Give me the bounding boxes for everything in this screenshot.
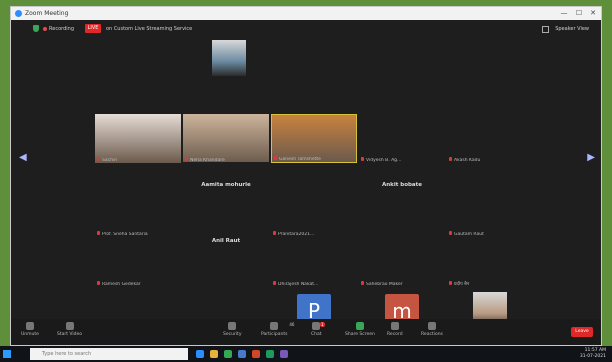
security-button[interactable]: Security xyxy=(223,322,241,337)
excel-icon[interactable] xyxy=(266,350,274,358)
participant-name: Sahebrao Maker xyxy=(366,282,403,287)
shield-icon xyxy=(228,322,237,330)
participant-tile[interactable]: Prof. Sneha Santaria xyxy=(95,188,181,237)
powerpoint-icon[interactable] xyxy=(252,350,260,358)
participants-count: 46 xyxy=(289,322,295,327)
next-page-arrow-icon[interactable]: ▶ xyxy=(587,152,595,163)
chat-badge: 1 xyxy=(319,322,325,327)
muted-mic-icon xyxy=(273,281,276,285)
speaker-view-button[interactable]: Speaker View xyxy=(555,26,589,32)
muted-mic-icon xyxy=(361,157,364,161)
muted-mic-icon xyxy=(273,231,276,235)
participants-button[interactable]: Participants 46 xyxy=(261,322,294,337)
title-bar: Zoom Meeting — ☐ ✕ xyxy=(11,7,601,20)
record-button[interactable]: Record xyxy=(387,322,403,337)
recording-icon xyxy=(43,27,47,31)
security-shield-icon[interactable] xyxy=(33,25,39,32)
participant-video xyxy=(272,115,356,162)
recording-label[interactable]: Recording xyxy=(49,26,74,32)
taskbar-clock: 11:57 AM 31-07-2021 xyxy=(580,348,606,360)
clock-date: 31-07-2021 xyxy=(579,354,606,359)
profile-photo xyxy=(212,40,246,76)
participant-tile[interactable]: Ankit bobate xyxy=(359,162,445,211)
muted-mic-icon xyxy=(97,157,100,161)
participant-tile[interactable]: Anil Raut xyxy=(183,218,269,267)
live-service-label: on Custom Live Streaming Service xyxy=(106,26,193,32)
participant-name-centered: Ankit bobate xyxy=(382,182,422,188)
participant-name: Gautam Raut xyxy=(454,232,484,237)
maximize-button[interactable]: ☐ xyxy=(572,7,586,20)
file-explorer-icon[interactable] xyxy=(210,350,218,358)
leave-button[interactable]: Leave xyxy=(571,327,593,337)
muted-mic-icon xyxy=(361,281,364,285)
participant-tile[interactable]: Vidyesh B. Ag... xyxy=(359,114,445,163)
participant-name: Dhirajesh Nakat... xyxy=(278,282,319,287)
share-screen-button[interactable]: Share Screen xyxy=(345,322,375,337)
muted-mic-icon xyxy=(449,281,452,285)
reactions-icon xyxy=(427,322,436,330)
participant-tile[interactable]: Akash Kadu xyxy=(447,114,533,163)
meeting-toolbar: Unmute Start Video Security Participants… xyxy=(11,319,601,345)
video-camera-icon xyxy=(65,322,74,330)
live-badge[interactable]: LIVE xyxy=(85,24,101,33)
participant-name: Pranitara2021... xyxy=(278,232,315,237)
participant-tile[interactable]: प्रदीप बैन xyxy=(447,238,533,287)
muted-mic-icon xyxy=(97,231,100,235)
participant-name: Akash Kadu xyxy=(454,158,481,163)
participant-tile[interactable]: Neha Khandare xyxy=(183,114,269,163)
close-button[interactable]: ✕ xyxy=(586,7,600,20)
share-screen-icon xyxy=(355,322,364,330)
muted-mic-icon xyxy=(449,157,452,161)
participant-tile[interactable]: Aamita mohurle xyxy=(183,162,269,211)
participant-tile[interactable]: Pranitara2021... xyxy=(271,188,357,237)
participant-name-centered: Anil Raut xyxy=(211,238,241,244)
prev-page-arrow-icon[interactable]: ◀ xyxy=(19,152,27,163)
chat-button[interactable]: Chat 1 xyxy=(311,322,325,337)
zoom-taskbar-icon[interactable] xyxy=(196,350,204,358)
participants-icon xyxy=(270,322,279,330)
minimize-button[interactable]: — xyxy=(557,7,571,20)
taskbar-search-input[interactable]: Type here to search xyxy=(30,348,188,360)
start-video-button[interactable]: Start Video xyxy=(57,322,82,337)
muted-mic-icon xyxy=(274,156,277,160)
windows-taskbar: Type here to search 11:57 AM 31-07-2021 xyxy=(0,346,612,362)
participant-tile[interactable]: Gautam Raut xyxy=(447,188,533,237)
meeting-top-bar: Recording LIVE on Custom Live Streaming … xyxy=(11,20,601,38)
chrome-icon[interactable] xyxy=(224,350,232,358)
gallery-grid-icon xyxy=(542,26,549,33)
window-title: Zoom Meeting xyxy=(25,10,69,17)
participant-video xyxy=(95,114,181,163)
participant-name: Ganesh Tamshette xyxy=(279,157,321,162)
participant-name: Sachin xyxy=(102,158,118,163)
participant-name: Ramesh Gedekar xyxy=(102,282,141,287)
participant-tile[interactable]: Dhirajesh Nakat... xyxy=(271,238,357,287)
muted-mic-icon xyxy=(97,281,100,285)
participant-tile[interactable]: Sachin xyxy=(95,114,181,163)
muted-mic-icon xyxy=(449,231,452,235)
record-icon xyxy=(390,322,399,330)
clock-time: 11:57 AM xyxy=(584,348,606,353)
app-icon[interactable] xyxy=(280,350,288,358)
participant-tile[interactable]: Ganesh Tamshette xyxy=(271,114,357,163)
participant-tile[interactable]: Ramesh Gedekar xyxy=(95,238,181,287)
participant-name: प्रदीप बैन xyxy=(454,282,470,287)
participant-tile[interactable]: Sahebrao Maker xyxy=(359,238,445,287)
zoom-logo-icon xyxy=(15,10,22,17)
word-icon[interactable] xyxy=(238,350,246,358)
participant-name: Prof. Sneha Santaria xyxy=(102,232,148,237)
microphone-icon xyxy=(25,322,34,330)
reactions-button[interactable]: Reactions xyxy=(421,322,443,337)
unmute-button[interactable]: Unmute xyxy=(21,322,39,337)
zoom-window: Zoom Meeting — ☐ ✕ Recording LIVE on Cus… xyxy=(10,6,602,346)
muted-mic-icon xyxy=(185,157,188,161)
participant-name-centered: Aamita mohurle xyxy=(201,182,251,188)
participant-video xyxy=(183,114,269,163)
windows-start-icon[interactable] xyxy=(3,350,11,358)
gallery-view: Prakash ...Akshay Nandku...Vaibhav Pudkh… xyxy=(11,38,601,339)
